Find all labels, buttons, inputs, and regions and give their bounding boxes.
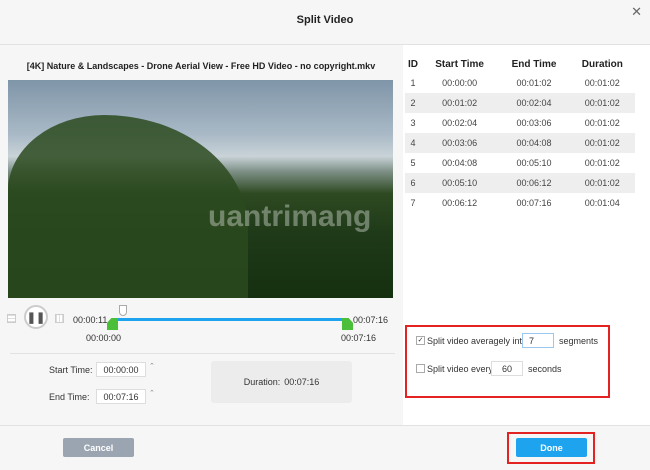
table-cell: 00:03:06 <box>420 133 499 153</box>
seconds-input[interactable]: 60 <box>491 361 523 376</box>
watermark: uantrimang <box>208 200 372 233</box>
end-time-label: End Time: <box>49 392 90 402</box>
col-end: End Time <box>511 58 557 70</box>
table-cell: 00:02:04 <box>498 93 570 113</box>
cancel-button[interactable]: Cancel <box>63 438 134 457</box>
table-row[interactable]: 4 00:03:06 00:04:08 00:01:02 <box>405 133 635 153</box>
segments-input[interactable]: 7 <box>522 333 554 348</box>
split-average-label: Split video averagely into <box>427 336 528 346</box>
table-cell: 7 <box>410 198 416 208</box>
table-row[interactable]: 3 00:02:04 00:03:06 00:01:02 <box>405 113 635 133</box>
file-name: [4K] Nature & Landscapes - Drone Aerial … <box>26 61 376 71</box>
col-start: Start Time <box>435 58 484 70</box>
timeline-bar[interactable] <box>118 318 342 321</box>
col-duration: Duration <box>581 58 623 70</box>
table-cell: 1 <box>410 78 416 88</box>
current-time: 00:00:11 <box>73 315 108 325</box>
duration-value: 00:07:16 <box>284 377 320 387</box>
table-cell: 00:05:10 <box>420 173 499 193</box>
table-row[interactable]: 7 00:06:12 00:07:16 00:01:04 <box>405 193 635 213</box>
table-cell: 00:04:08 <box>442 158 478 168</box>
table-cell: 00:01:02 <box>584 158 620 168</box>
video-preview[interactable]: uantrimang <box>8 80 393 298</box>
table-cell: 00:01:02 <box>584 118 620 128</box>
segments-unit: segments <box>559 336 599 346</box>
table-cell: 00:03:06 <box>516 118 552 128</box>
table-cell: 00:04:08 <box>498 133 570 153</box>
table-cell: 2 <box>405 93 421 113</box>
pause-button[interactable]: ❚❚ <box>24 305 48 329</box>
next-frame-icon[interactable] <box>55 314 64 323</box>
table-cell: 00:01:02 <box>584 78 620 88</box>
segments-table: ID Start Time End Time Duration 1 00:00:0… <box>405 55 635 213</box>
start-time-spinner[interactable]: ⌃ <box>149 362 155 370</box>
end-time-input[interactable]: 00:07:16 <box>96 389 146 404</box>
end-time-top: 00:07:16 <box>353 315 389 325</box>
dialog-title: Split Video <box>296 14 354 26</box>
col-id: ID <box>407 58 418 70</box>
start-handle[interactable] <box>107 318 118 330</box>
split-average-checkbox[interactable]: ✓ <box>416 336 425 345</box>
range-end: 00:07:16 <box>341 333 377 343</box>
prev-frame-icon[interactable] <box>7 314 16 323</box>
table-cell: 00:07:16 <box>516 198 552 208</box>
divider <box>10 353 395 354</box>
playhead-handle[interactable] <box>119 305 127 316</box>
end-handle[interactable] <box>342 318 353 330</box>
table-cell: 3 <box>410 118 416 128</box>
split-every-checkbox[interactable] <box>416 364 425 373</box>
table-cell: 4 <box>405 133 421 153</box>
end-time-spinner[interactable]: ⌃ <box>149 389 155 397</box>
table-cell: 00:01:02 <box>569 93 635 113</box>
table-cell: 00:05:10 <box>516 158 552 168</box>
table-cell: 5 <box>410 158 416 168</box>
table-cell: 00:06:12 <box>498 173 570 193</box>
table-cell: 6 <box>405 173 421 193</box>
table-row[interactable]: 6 00:05:10 00:06:12 00:01:02 <box>405 173 635 193</box>
table-cell: 00:01:02 <box>420 93 499 113</box>
duration-label: Duration: <box>243 377 281 387</box>
range-start: 00:00:00 <box>86 333 122 343</box>
seconds-unit: seconds <box>528 364 562 374</box>
split-every-label: Split video every <box>427 364 494 374</box>
table-cell: 00:02:04 <box>442 118 478 128</box>
start-time-label: Start Time: <box>49 365 93 375</box>
done-button[interactable]: Done <box>516 438 587 457</box>
close-icon[interactable]: ✕ <box>631 4 642 20</box>
table-row[interactable]: 1 00:00:00 00:01:02 00:01:02 <box>405 73 635 93</box>
table-cell: 00:06:12 <box>442 198 478 208</box>
footer-divider <box>0 425 650 426</box>
table-cell: 00:01:04 <box>584 198 620 208</box>
table-cell: 00:01:02 <box>569 133 635 153</box>
table-cell: 00:01:02 <box>569 173 635 193</box>
table-row[interactable]: 2 00:01:02 00:02:04 00:01:02 <box>405 93 635 113</box>
start-time-input[interactable]: 00:00:00 <box>96 362 146 377</box>
table-cell: 00:00:00 <box>442 78 478 88</box>
duration-box: Duration: 00:07:16 <box>211 361 352 403</box>
table-cell: 00:01:02 <box>516 78 552 88</box>
table-row[interactable]: 5 00:04:08 00:05:10 00:01:02 <box>405 153 635 173</box>
